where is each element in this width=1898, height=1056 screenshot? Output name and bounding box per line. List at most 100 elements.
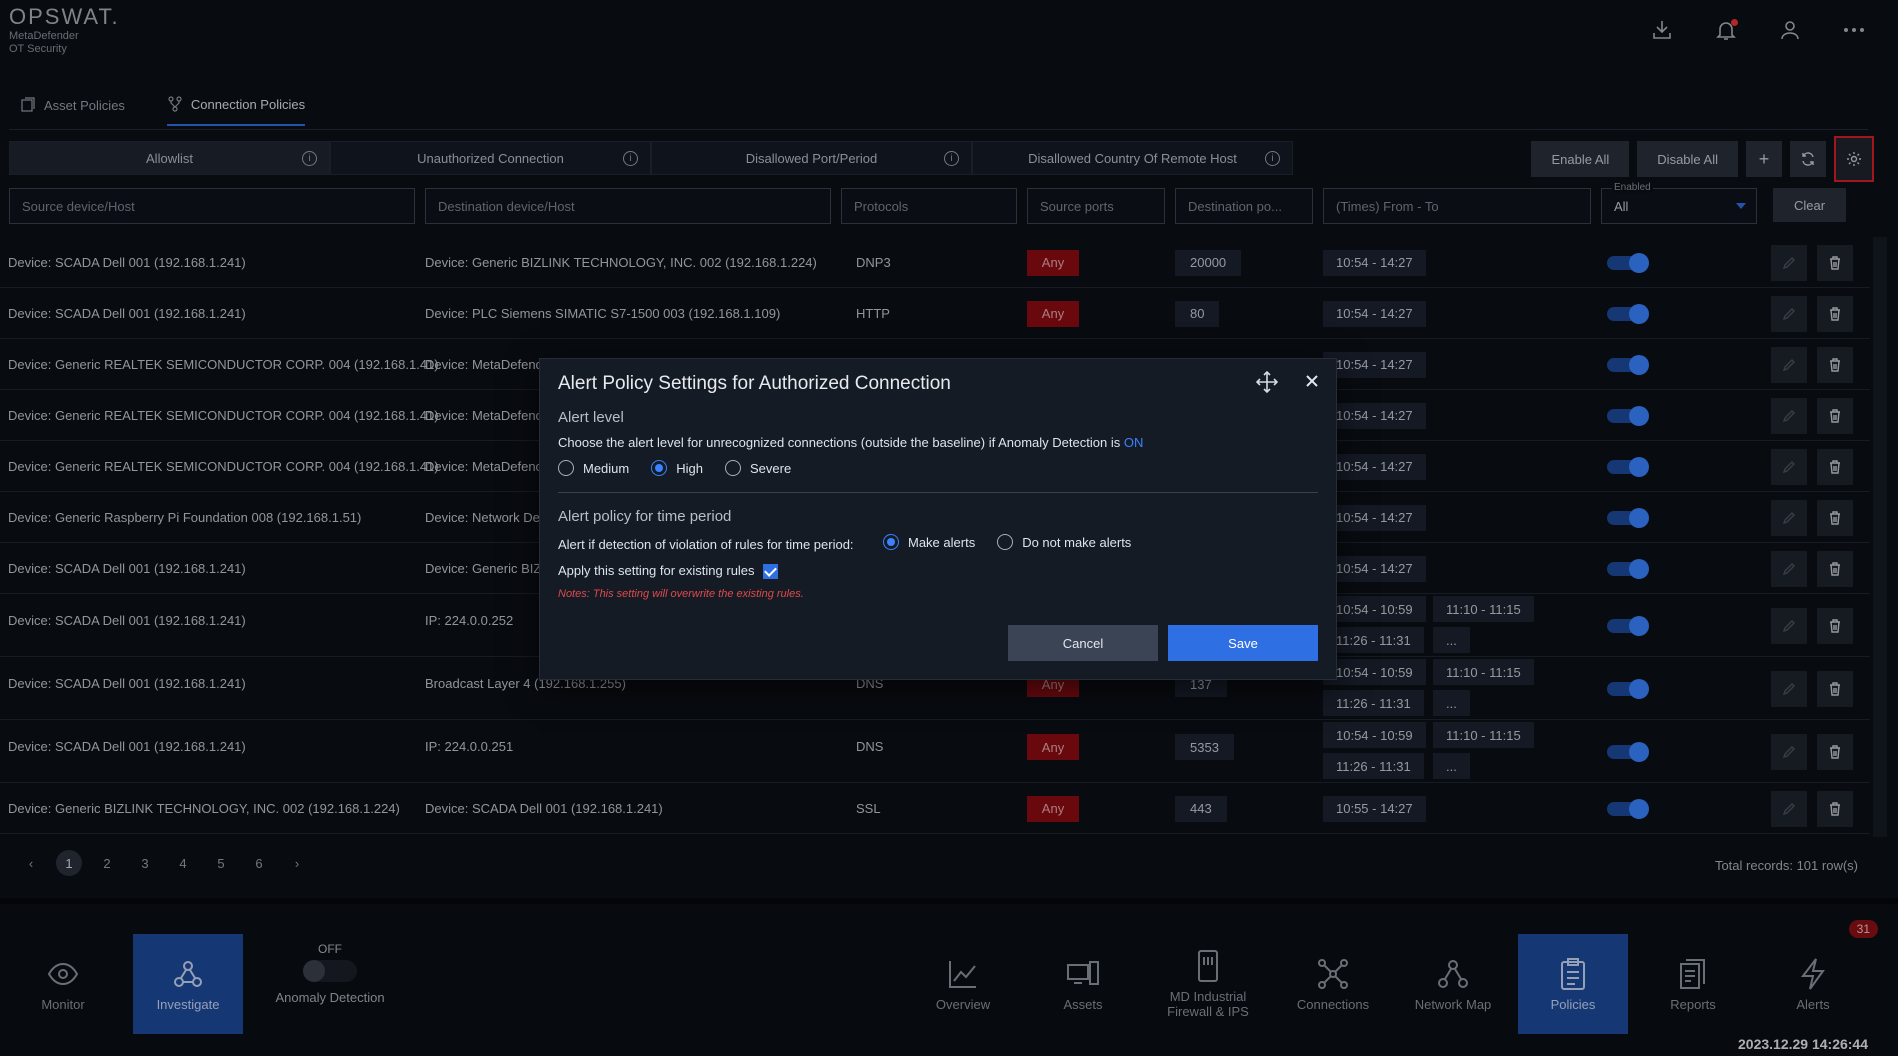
- radio-medium[interactable]: Medium: [558, 460, 629, 476]
- time-range-more[interactable]: ...: [1433, 627, 1470, 653]
- enabled-select[interactable]: All: [1601, 188, 1757, 224]
- enabled-toggle[interactable]: [1607, 354, 1649, 375]
- nav-md-industrial[interactable]: MD Industrial Firewall & IPS: [1153, 934, 1263, 1034]
- edit-button[interactable]: [1771, 670, 1807, 707]
- source-filter-input[interactable]: Source device/Host: [9, 188, 415, 224]
- time-range-badge: 10:54 - 10:59: [1323, 596, 1426, 622]
- close-icon[interactable]: [1302, 371, 1322, 391]
- enabled-toggle[interactable]: [1607, 678, 1649, 699]
- edit-button[interactable]: [1771, 448, 1807, 485]
- info-icon[interactable]: i: [302, 151, 317, 166]
- anomaly-detection-toggle[interactable]: OFF Anomaly Detection: [258, 942, 402, 1005]
- trash-icon: [1830, 255, 1840, 270]
- info-icon[interactable]: i: [1265, 151, 1280, 166]
- tab-asset-policies[interactable]: Asset Policies: [20, 96, 125, 126]
- enabled-toggle[interactable]: [1607, 741, 1649, 762]
- delete-button[interactable]: [1817, 346, 1853, 383]
- nav-investigate[interactable]: Investigate: [133, 934, 243, 1034]
- radio-label: Do not make alerts: [1022, 534, 1132, 550]
- delete-button[interactable]: [1817, 397, 1853, 434]
- nav-monitor[interactable]: Monitor: [8, 934, 118, 1034]
- page-5[interactable]: 5: [208, 850, 234, 876]
- delete-button[interactable]: [1817, 295, 1853, 332]
- delete-button[interactable]: [1817, 550, 1853, 587]
- disable-all-button[interactable]: Disable All: [1637, 141, 1738, 177]
- edit-button[interactable]: [1771, 244, 1807, 281]
- enabled-toggle[interactable]: [1607, 405, 1649, 426]
- radio-do-not-make-alerts[interactable]: Do not make alerts: [997, 534, 1131, 550]
- delete-button[interactable]: [1817, 448, 1853, 485]
- subtab-disallowed-port-period[interactable]: Disallowed Port/Period i: [651, 141, 972, 175]
- edit-button[interactable]: [1771, 295, 1807, 332]
- info-icon[interactable]: i: [944, 151, 959, 166]
- enabled-toggle[interactable]: [1607, 252, 1649, 273]
- enable-all-button[interactable]: Enable All: [1531, 141, 1630, 177]
- delete-button[interactable]: [1817, 733, 1853, 770]
- edit-button[interactable]: [1771, 790, 1807, 827]
- times-filter-input[interactable]: (Times) From - To: [1323, 188, 1591, 224]
- save-button[interactable]: Save: [1168, 625, 1318, 661]
- enabled-toggle[interactable]: [1607, 615, 1649, 636]
- subtab-disallowed-country[interactable]: Disallowed Country Of Remote Host i: [972, 141, 1293, 175]
- prev-page-icon[interactable]: ‹: [18, 850, 44, 876]
- tab-connection-policies[interactable]: Connection Policies: [166, 96, 306, 126]
- delete-button[interactable]: [1817, 499, 1853, 536]
- nav-overview[interactable]: Overview: [908, 934, 1018, 1034]
- nav-alerts[interactable]: Alerts: [1758, 934, 1868, 1034]
- bell-icon[interactable]: [1714, 18, 1740, 44]
- time-range-more[interactable]: ...: [1433, 753, 1470, 779]
- pencil-icon: [1782, 307, 1795, 320]
- apply-existing-checkbox[interactable]: [762, 564, 778, 580]
- next-page-icon[interactable]: ›: [284, 850, 310, 876]
- edit-button[interactable]: [1771, 499, 1807, 536]
- page-2[interactable]: 2: [94, 850, 120, 876]
- radio-severe[interactable]: Severe: [725, 460, 791, 476]
- subtab-unauthorized-connection[interactable]: Unauthorized Connection i: [330, 141, 651, 175]
- delete-button[interactable]: [1817, 244, 1853, 281]
- destination-ports-filter-input[interactable]: Destination po...: [1175, 188, 1313, 224]
- download-icon[interactable]: [1650, 18, 1676, 44]
- page-4[interactable]: 4: [170, 850, 196, 876]
- protocols-filter-input[interactable]: Protocols: [841, 188, 1017, 224]
- scrollbar[interactable]: [1873, 237, 1887, 837]
- info-icon[interactable]: i: [623, 151, 638, 166]
- subtab-allowlist[interactable]: Allowlist i: [9, 141, 330, 175]
- nav-assets[interactable]: Assets: [1028, 934, 1138, 1034]
- page-6[interactable]: 6: [246, 850, 272, 876]
- gear-icon: [1847, 152, 1861, 166]
- delete-button[interactable]: [1817, 790, 1853, 827]
- user-icon[interactable]: [1778, 18, 1804, 44]
- move-icon[interactable]: [1256, 371, 1278, 393]
- edit-button[interactable]: [1771, 397, 1807, 434]
- cancel-button[interactable]: Cancel: [1008, 625, 1158, 661]
- more-icon[interactable]: [1842, 18, 1868, 44]
- anomaly-switch[interactable]: [303, 960, 357, 982]
- enabled-toggle[interactable]: [1607, 558, 1649, 579]
- radio-high[interactable]: High: [651, 460, 703, 476]
- modal-title: Alert Policy Settings for Authorized Con…: [558, 373, 951, 394]
- edit-button[interactable]: [1771, 550, 1807, 587]
- enabled-toggle[interactable]: [1607, 303, 1649, 324]
- settings-button[interactable]: [1834, 136, 1874, 182]
- nav-network-map[interactable]: Network Map: [1398, 934, 1508, 1034]
- add-button[interactable]: +: [1746, 141, 1782, 177]
- delete-button[interactable]: [1817, 607, 1853, 644]
- source-ports-filter-input[interactable]: Source ports: [1027, 188, 1165, 224]
- nav-reports[interactable]: Reports: [1638, 934, 1748, 1034]
- nav-policies[interactable]: Policies: [1518, 934, 1628, 1034]
- edit-button[interactable]: [1771, 346, 1807, 383]
- destination-filter-input[interactable]: Destination device/Host: [425, 188, 831, 224]
- edit-button[interactable]: [1771, 607, 1807, 644]
- nav-connections[interactable]: Connections: [1278, 934, 1388, 1034]
- page-3[interactable]: 3: [132, 850, 158, 876]
- enabled-toggle[interactable]: [1607, 798, 1649, 819]
- time-range-more[interactable]: ...: [1433, 690, 1470, 716]
- radio-make-alerts[interactable]: Make alerts: [883, 534, 975, 550]
- page-1[interactable]: 1: [56, 850, 82, 876]
- edit-button[interactable]: [1771, 733, 1807, 770]
- enabled-toggle[interactable]: [1607, 456, 1649, 477]
- clear-button[interactable]: Clear: [1773, 188, 1846, 222]
- refresh-button[interactable]: [1790, 141, 1826, 177]
- enabled-toggle[interactable]: [1607, 507, 1649, 528]
- delete-button[interactable]: [1817, 670, 1853, 707]
